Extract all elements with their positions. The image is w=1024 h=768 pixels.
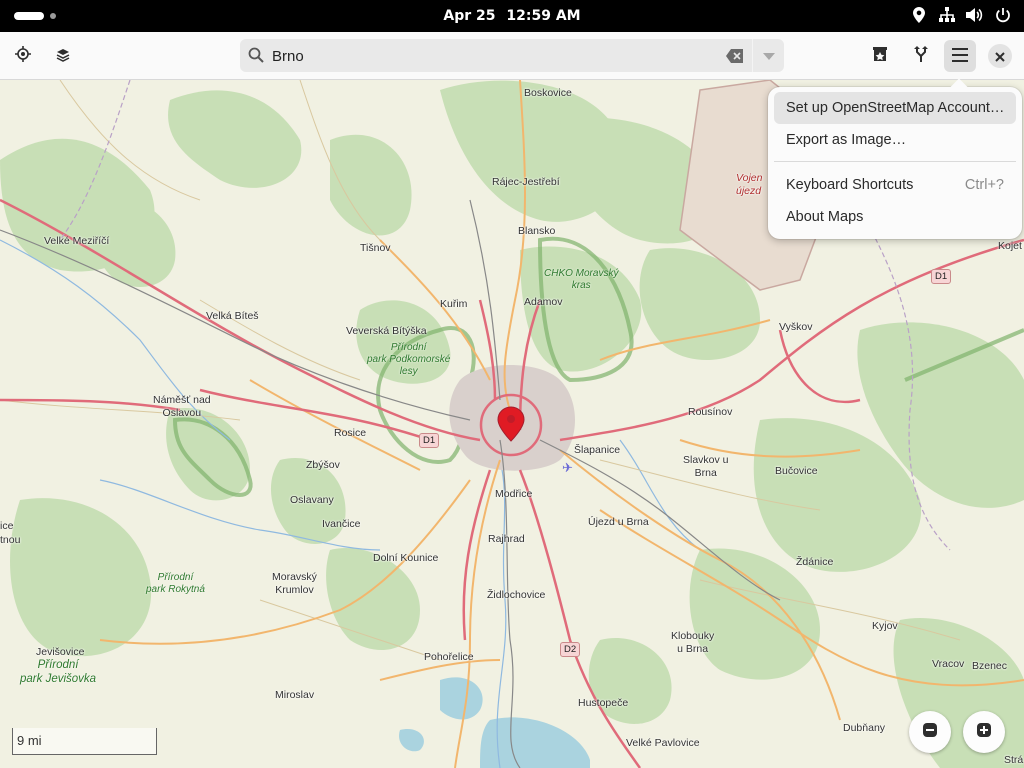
zoom-in-icon [976, 722, 992, 742]
place-label: Rajhrad [488, 533, 525, 545]
place-label: Velké Pavlovice [626, 737, 700, 749]
place-label: Židlochovice [487, 589, 546, 601]
search-input[interactable] [270, 42, 714, 70]
place-label: tnou [0, 534, 21, 546]
clock-time: 12:59 AM [506, 8, 581, 24]
header-bar [0, 32, 1024, 80]
place-label: Velká Bíteš [206, 310, 259, 322]
favorites-button[interactable] [864, 40, 896, 72]
place-label: Bzenec [972, 660, 1008, 672]
park-label: Přírodní park Rokytná [146, 572, 205, 595]
place-label: Dolní Kounice [373, 552, 439, 564]
zoom-out-icon [922, 722, 938, 742]
clear-search-icon[interactable] [726, 48, 744, 67]
locate-button[interactable] [7, 40, 39, 72]
place-label: Jevišovice [36, 646, 85, 658]
place-label: Vojen újezd [736, 172, 763, 197]
clock[interactable]: Apr 25 12:59 AM [0, 0, 1024, 32]
airport-icon: ✈ [562, 461, 573, 476]
close-icon [995, 47, 1005, 66]
place-label: ice [0, 520, 14, 532]
place-label: Bučovice [775, 465, 818, 477]
place-label: Boskovice [524, 87, 572, 99]
network-icon [938, 6, 956, 24]
top-bar: Apr 25 12:59 AM [0, 0, 1024, 32]
locate-icon [15, 46, 31, 66]
route-icon [914, 46, 928, 66]
route-button[interactable] [905, 40, 937, 72]
road-shield: D1 [931, 269, 952, 284]
place-label: Veverská Bítýška [346, 325, 427, 337]
menu-item-export-image[interactable]: Export as Image… [774, 124, 1016, 156]
place-label: Šlapanice [574, 444, 621, 456]
menu-item-about[interactable]: About Maps [774, 201, 1016, 233]
park-label: Přírodní park Jevišovka [20, 659, 97, 685]
place-label: Moravský Krumlov [272, 571, 317, 596]
location-icon [910, 6, 928, 24]
power-icon [994, 6, 1012, 24]
place-label: Velké Meziříčí [44, 235, 110, 247]
place-label: Strá [1004, 754, 1024, 766]
menu-item-label: Keyboard Shortcuts [786, 177, 914, 193]
location-marker-icon[interactable] [497, 406, 525, 446]
place-label: Tišnov [360, 242, 391, 254]
menu-item-shortcut: Ctrl+? [964, 177, 1004, 193]
clock-date: Apr 25 [443, 8, 496, 24]
search-icon [248, 47, 264, 67]
place-label: Rájec-Jestřebí [492, 176, 560, 188]
place-label: Klobouky u Brna [671, 630, 715, 655]
main-menu-button[interactable] [944, 40, 976, 72]
place-label: Náměšť nad Oslavou [153, 394, 211, 419]
road-shield: D2 [560, 642, 581, 657]
map-scale: 9 mi [12, 728, 157, 755]
scale-label: 9 mi [17, 733, 42, 748]
search-dropdown-button[interactable] [752, 39, 785, 72]
place-label: Rousínov [688, 406, 733, 418]
zoom-in-button[interactable] [963, 711, 1005, 753]
place-label: Miroslav [275, 689, 315, 701]
chevron-down-icon [763, 46, 775, 65]
main-menu-popover: Set up OpenStreetMap Account… Export as … [768, 78, 1022, 239]
place-label: Slavkov u Brna [683, 454, 729, 479]
place-label: Hustopeče [578, 697, 629, 709]
park-label: CHKO Moravský kras [544, 268, 619, 291]
place-label: Ivančice [322, 518, 361, 530]
place-label: Kojet [998, 240, 1022, 252]
place-label: Adamov [524, 296, 563, 308]
system-tray[interactable] [910, 6, 1012, 24]
layers-button[interactable] [47, 40, 79, 72]
place-label: Vyškov [779, 321, 813, 333]
menu-separator [774, 161, 1016, 162]
zoom-out-button[interactable] [909, 711, 951, 753]
menu-item-keyboard-shortcuts[interactable]: Keyboard Shortcuts Ctrl+? [774, 169, 1016, 201]
place-label: Modřice [495, 488, 533, 500]
search-field[interactable] [240, 39, 784, 72]
road-shield: D1 [419, 433, 440, 448]
place-label: Rosice [334, 427, 367, 439]
place-label: Dubňany [843, 722, 886, 734]
place-label: Zbýšov [306, 459, 340, 471]
place-label: Pohořelice [424, 651, 474, 663]
place-label: Újezd u Brna [588, 516, 649, 528]
menu-item-label: Export as Image… [786, 132, 907, 148]
menu-item-label: Set up OpenStreetMap Account… [786, 100, 1005, 116]
place-label: Ždánice [796, 556, 834, 568]
layers-icon [56, 47, 70, 66]
menu-item-osm-account[interactable]: Set up OpenStreetMap Account… [774, 92, 1016, 124]
hamburger-menu-icon [952, 47, 968, 66]
menu-item-label: About Maps [786, 209, 864, 225]
close-window-button[interactable] [988, 44, 1012, 68]
park-label: Přírodní park Podkomorské lesy [367, 342, 451, 377]
favorites-icon [872, 46, 888, 66]
place-label: Kuřim [440, 298, 468, 310]
place-label: Kyjov [872, 620, 898, 632]
volume-icon [966, 6, 984, 24]
place-label: Blansko [518, 225, 556, 237]
place-label: Vracov [932, 658, 965, 670]
place-label: Oslavany [290, 494, 334, 506]
